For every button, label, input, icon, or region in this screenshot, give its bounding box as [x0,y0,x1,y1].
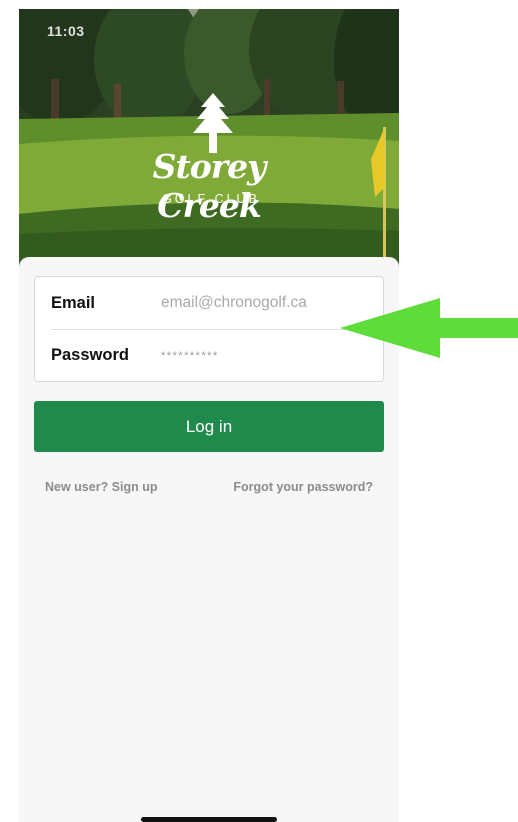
club-logo-subtitle: GOLF CLUB [162,192,260,206]
app-screen: 11:03 Storey Creek GOLF CLUB Email Passw… [19,9,399,822]
home-indicator[interactable] [141,817,277,822]
login-button[interactable]: Log in [34,401,384,452]
arrow-left-icon [340,298,518,358]
email-label: Email [51,294,96,312]
hero-image: 11:03 Storey Creek GOLF CLUB [19,9,399,267]
forgot-password-link[interactable]: Forgot your password? [233,480,373,494]
status-time: 11:03 [47,23,85,39]
email-row: Email [35,277,383,329]
signup-link[interactable]: New user? Sign up [45,480,158,494]
login-form: Email Password [34,276,384,382]
pine-tree-icon [193,93,233,153]
club-logo: Storey Creek [152,147,267,225]
password-label: Password [51,346,129,364]
password-row: Password [35,329,383,381]
